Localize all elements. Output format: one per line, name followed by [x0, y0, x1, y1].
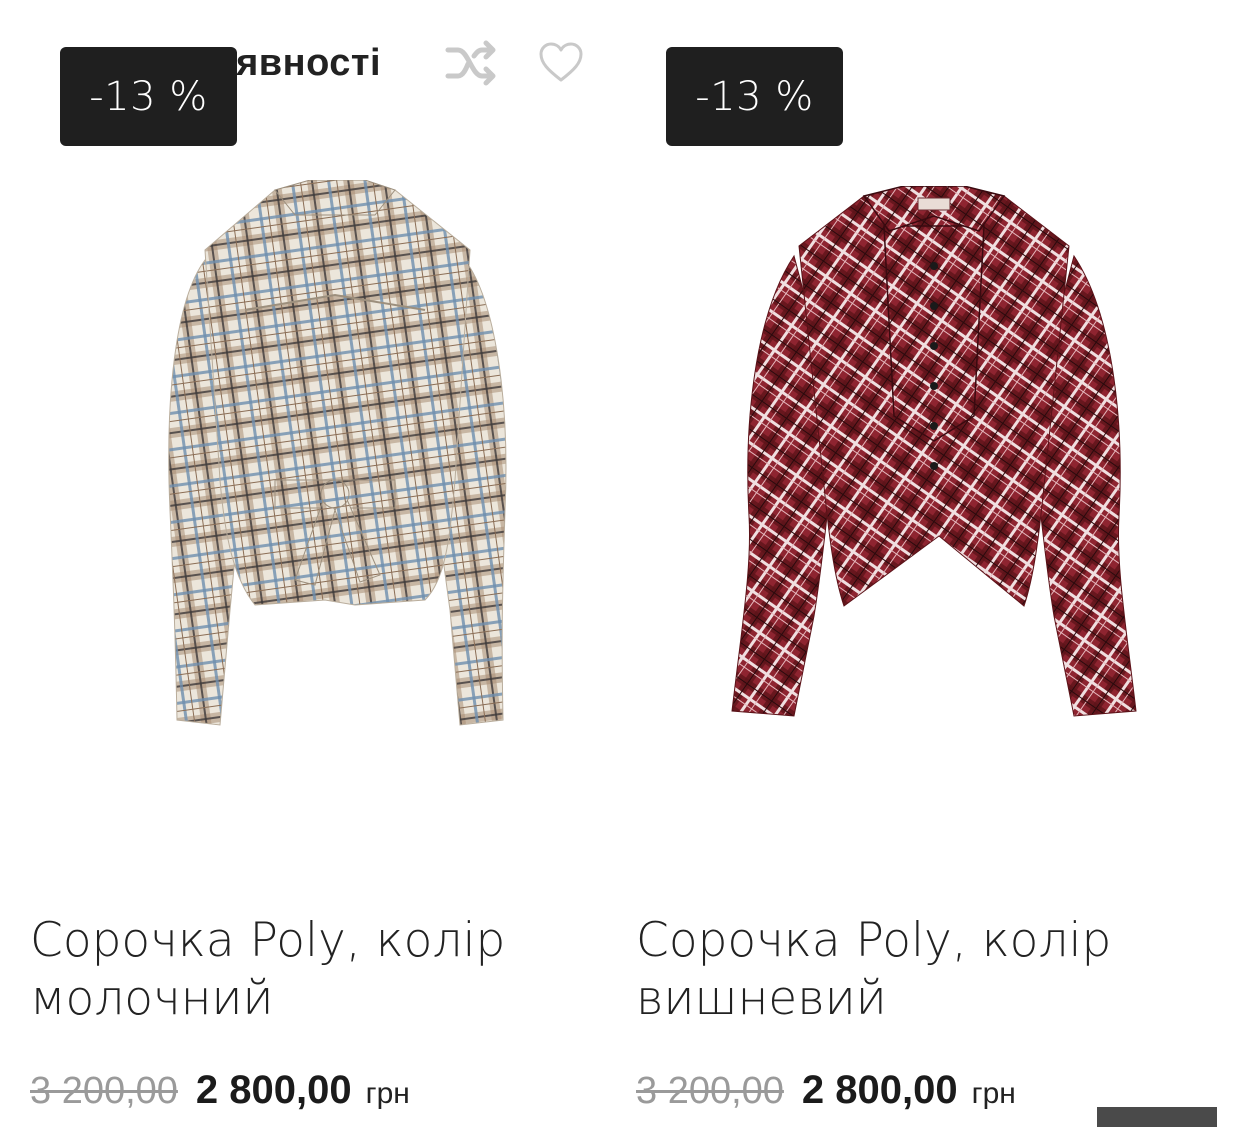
price-block: 3 200,00 2 800,00 грн [636, 1068, 1016, 1113]
product-title[interactable]: Сорочка Poly, колір вишневий [636, 912, 1196, 1028]
price-block: 3 200,00 2 800,00 грн [30, 1068, 410, 1113]
currency-label: грн [971, 1077, 1016, 1110]
wishlist-button[interactable] [538, 40, 584, 86]
sale-price: 2 800,00 [801, 1068, 958, 1112]
product-card[interactable]: В наявності -13 % Сорочка Poly, колір мо… [30, 0, 610, 1127]
product-grid: В наявності -13 % Сорочка Poly, колір мо… [0, 0, 1242, 1127]
plaid-shirt-milky-image[interactable] [125, 180, 545, 740]
plaid-shirt-cherry-image[interactable] [724, 186, 1144, 726]
currency-label: грн [365, 1077, 410, 1110]
heart-icon [539, 42, 583, 82]
compare-button[interactable] [444, 38, 498, 88]
scroll-to-top-button[interactable] [1097, 1107, 1217, 1127]
product-card[interactable]: -13 % Сорочка Poly, колір вишневий 3 200… [636, 0, 1216, 1127]
discount-badge: -13 % [666, 47, 843, 146]
product-title[interactable]: Сорочка Poly, колір молочний [30, 912, 590, 1028]
old-price: 3 200,00 [636, 1070, 784, 1112]
discount-badge: -13 % [60, 47, 237, 146]
shuffle-icon [445, 40, 496, 86]
old-price: 3 200,00 [30, 1070, 178, 1112]
sale-price: 2 800,00 [195, 1068, 352, 1112]
